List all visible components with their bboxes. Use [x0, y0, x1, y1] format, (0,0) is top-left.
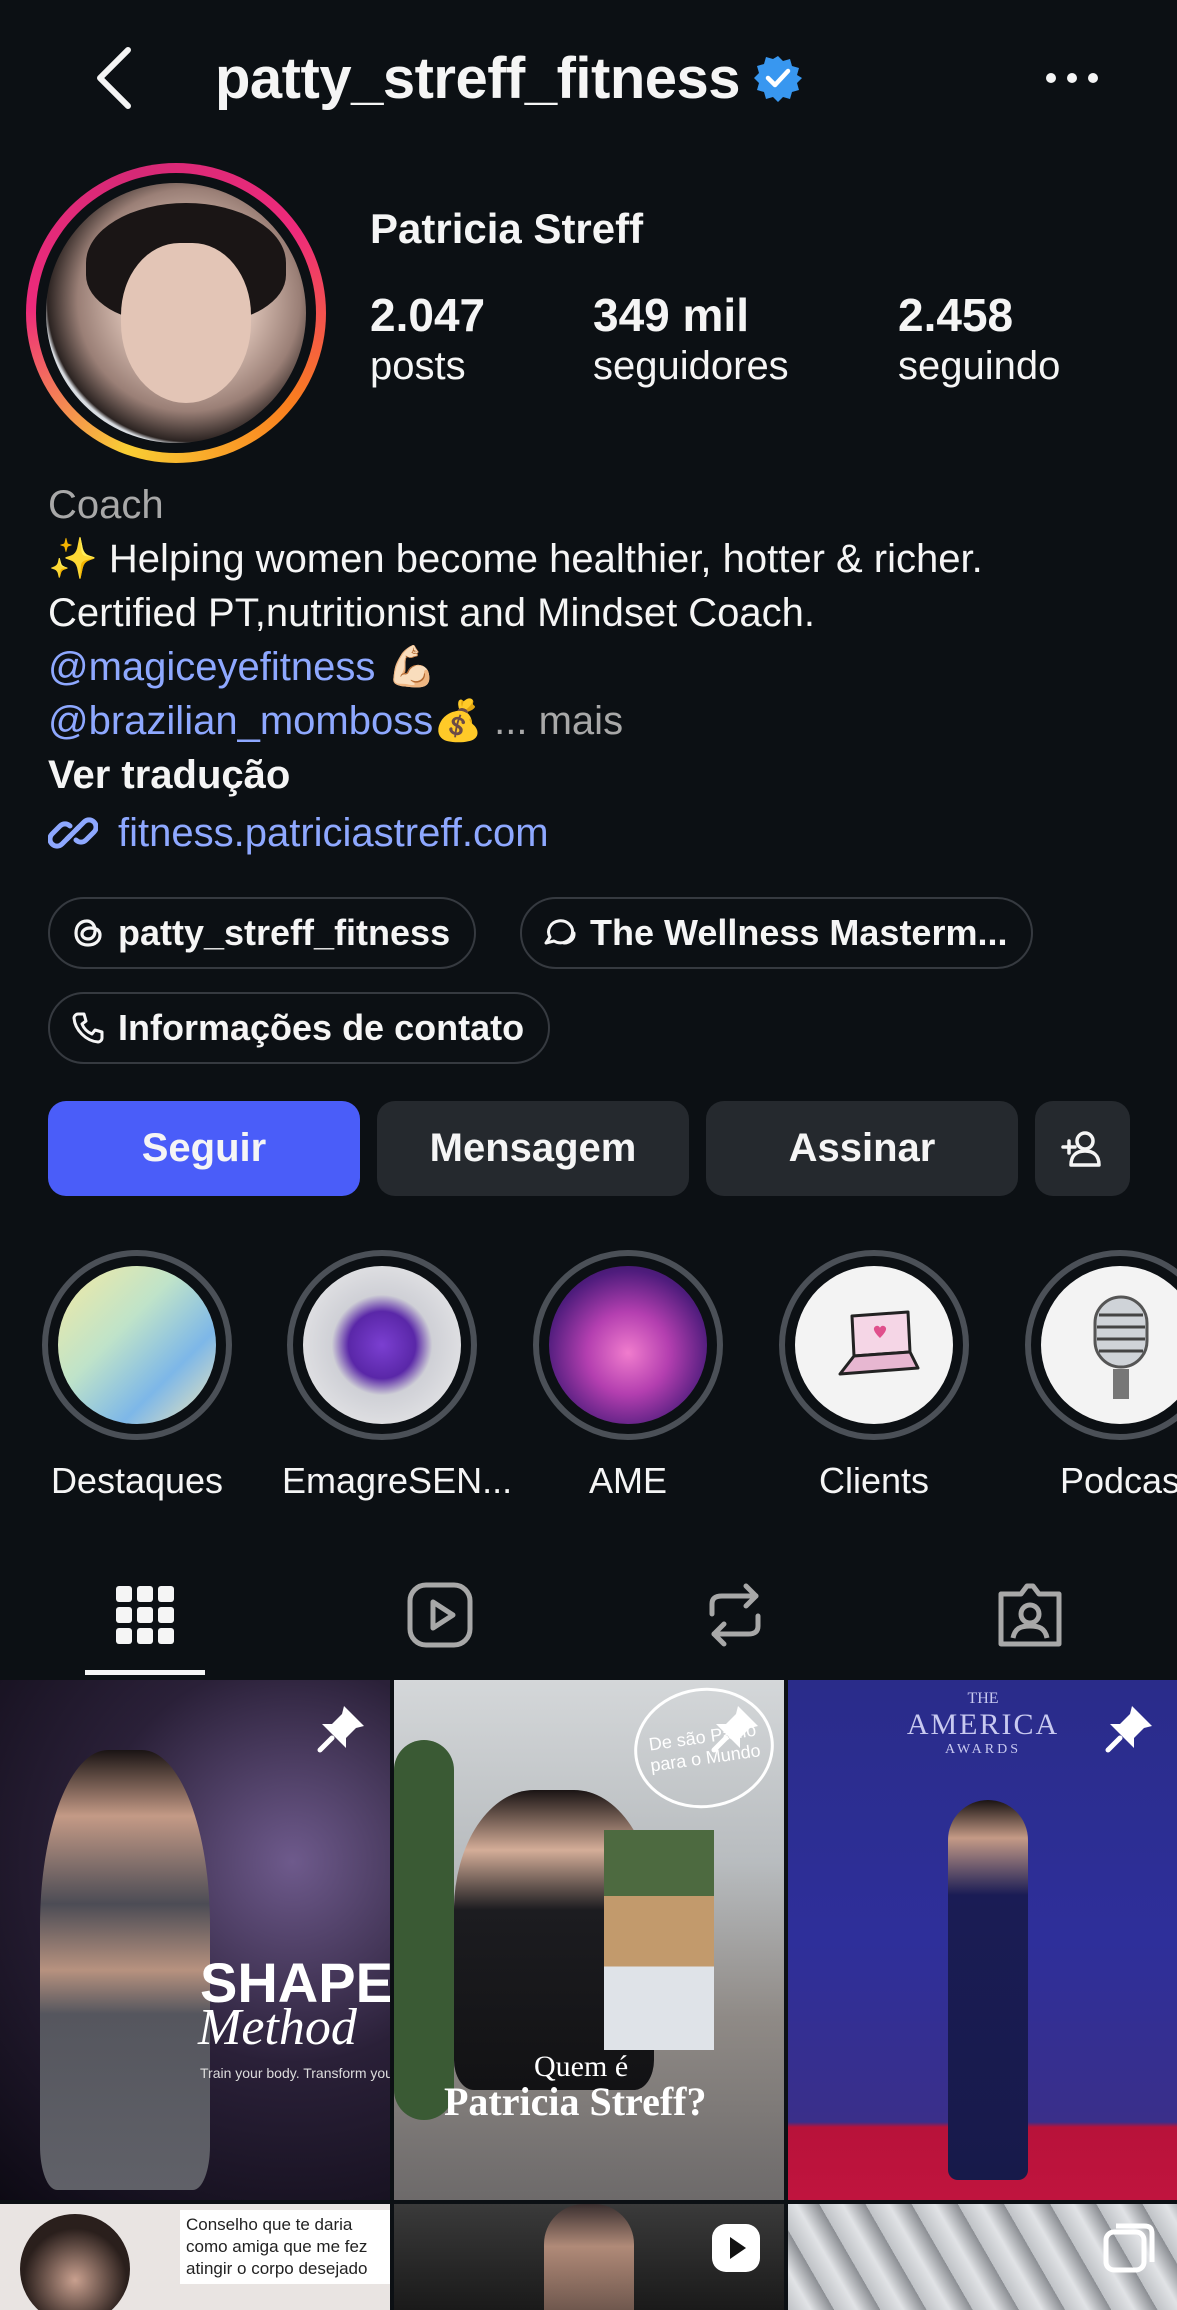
package-stack	[604, 1830, 714, 2050]
more-horizontal-icon[interactable]	[1037, 58, 1107, 98]
highlight-thumb	[58, 1266, 216, 1424]
chevron-left-icon[interactable]	[80, 38, 150, 118]
stat-following-value: 2.458	[898, 289, 1014, 341]
highlight-podcast[interactable]: Podcas	[1020, 1250, 1177, 1502]
pin-icon	[1105, 1706, 1152, 1753]
chip-label: Informações de contato	[118, 1007, 525, 1048]
reels-icon	[407, 1582, 473, 1648]
carousel-icon	[1103, 2223, 1155, 2273]
link-icon	[48, 817, 98, 849]
stat-posts-value: 2.047	[370, 289, 486, 341]
stat-posts[interactable]: 2.047 posts	[370, 290, 485, 391]
chat-bubbles-icon	[544, 919, 576, 945]
highlight-ame[interactable]: AME	[528, 1250, 728, 1502]
pin-icon	[711, 1706, 758, 1753]
highlight-label: EmagreSEN...	[282, 1460, 513, 1501]
post-thumbnail[interactable]: De são Paulo para o Mundo Quem é Patrici…	[394, 1680, 784, 2200]
highlight-label: Destaques	[50, 1460, 224, 1501]
reel-icon	[712, 2224, 760, 2272]
tab-tagged[interactable]	[955, 1555, 1105, 1675]
stat-posts-label: posts	[370, 343, 466, 388]
phone-icon	[72, 1012, 104, 1044]
add-person-icon	[1060, 1130, 1101, 1167]
more-link[interactable]: mais	[539, 699, 623, 743]
mention-link[interactable]: @magiceyefitness	[48, 645, 375, 689]
highlight-label: Podcas	[1059, 1460, 1177, 1501]
username: patty_streff_fitness	[215, 45, 741, 111]
highlight-label: AME	[588, 1460, 667, 1501]
ellipsis: ...	[494, 699, 528, 743]
suggest-button[interactable]	[1035, 1101, 1130, 1196]
highlight-destaques[interactable]: Destaques	[37, 1250, 237, 1502]
contact-info-chip[interactable]: Informações de contato	[48, 992, 551, 1064]
plant-shape	[394, 1740, 454, 2120]
person-figure	[40, 1750, 210, 2190]
top-bar: patty_streff_fitness	[0, 0, 1177, 150]
highlight-thumb	[303, 1266, 461, 1424]
full-name: Patricia Streff	[370, 205, 644, 252]
post-title: Patricia Streff?	[444, 2079, 707, 2124]
caption-text: Conselho que te daria	[186, 2215, 353, 2234]
caption-text: atingir o corpo desejado	[186, 2259, 368, 2278]
profile-avatar[interactable]	[26, 163, 326, 463]
reposts-icon	[709, 1583, 761, 1647]
caption-card: Conselho que te daria como amiga que me …	[180, 2210, 390, 2284]
threads-icon	[74, 919, 102, 947]
highlight-emagresendo[interactable]: EmagreSEN...	[282, 1250, 513, 1502]
post-thumbnail[interactable]: SHAPE Method Train your body. Transform …	[0, 1680, 390, 2200]
person-figure	[948, 1800, 1028, 2180]
highlight-thumb	[795, 1266, 953, 1424]
chip-label: patty_streff_fitness	[118, 912, 451, 953]
post-thumbnail[interactable]: THE AMERICA AWARDS	[788, 1680, 1177, 2200]
money-bag-emoji: 💰	[433, 699, 484, 743]
bio-mention-row: @magiceyefitness 💪🏻	[48, 640, 1148, 694]
bio-mention-row: @brazilian_momboss💰 ... mais	[48, 694, 1148, 748]
tab-reels[interactable]	[365, 1555, 515, 1675]
highlight-thumb	[549, 1266, 707, 1424]
highlight-thumb	[1041, 1266, 1177, 1424]
subscribe-button[interactable]: Assinar	[706, 1101, 1018, 1196]
highlight-clients[interactable]: Clients	[774, 1250, 974, 1502]
profile-tabs	[0, 1555, 1177, 1675]
website-row[interactable]: fitness.patriciastreff.com	[48, 806, 1148, 860]
laptop-heart-icon	[838, 1310, 920, 1376]
chip-label: The Wellness Masterm...	[590, 912, 1008, 953]
translate-link[interactable]: Ver tradução	[48, 748, 1148, 802]
stat-following[interactable]: 2.458 seguindo	[898, 290, 1060, 391]
post-subtitle: Method	[198, 1999, 357, 2056]
threads-chip[interactable]: patty_streff_fitness	[48, 897, 477, 969]
bio-line: Certified PT,nutritionist and Mindset Co…	[48, 591, 816, 635]
tab-grid[interactable]	[70, 1555, 220, 1675]
microphone-icon	[1093, 1295, 1149, 1399]
mention-link[interactable]: @brazilian_momboss	[48, 699, 433, 743]
post-thumbnail[interactable]	[788, 2204, 1177, 2310]
post-thumbnail[interactable]: Conselho que te daria como amiga que me …	[0, 2204, 390, 2310]
grid-icon	[116, 1586, 174, 1644]
caption-text: como amiga que me fez	[186, 2237, 368, 2256]
avatar-photo	[46, 183, 306, 443]
category: Coach	[48, 483, 164, 527]
tagged-icon	[998, 1583, 1062, 1647]
stat-following-label: seguindo	[898, 343, 1061, 388]
message-button[interactable]: Mensagem	[377, 1101, 689, 1196]
pin-icon	[317, 1706, 364, 1753]
highlight-label: Clients	[818, 1460, 930, 1501]
post-tagline: Train your body. Transform your life.	[200, 2065, 390, 2081]
post-thumbnail[interactable]	[394, 2204, 784, 2310]
stat-followers-value: 349 mil	[593, 289, 749, 341]
stat-followers[interactable]: 349 mil seguidores	[593, 290, 789, 391]
channel-chip[interactable]: The Wellness Masterm...	[520, 897, 1034, 969]
person-figure	[544, 2204, 634, 2310]
bio-line: ✨ Helping women become healthier, hotter…	[48, 537, 983, 581]
profile-username-header: patty_streff_fitness	[215, 38, 803, 118]
profile-bio: Coach ✨ Helping women become healthier, …	[48, 478, 1148, 860]
tab-reposts[interactable]	[660, 1555, 810, 1675]
flexed-bicep-emoji: 💪🏻	[386, 645, 437, 689]
person-figure	[20, 2214, 130, 2310]
verified-badge-icon	[754, 56, 803, 102]
stat-followers-label: seguidores	[593, 343, 789, 388]
follow-button[interactable]: Seguir	[48, 1101, 360, 1196]
website-link[interactable]: fitness.patriciastreff.com	[118, 806, 549, 860]
